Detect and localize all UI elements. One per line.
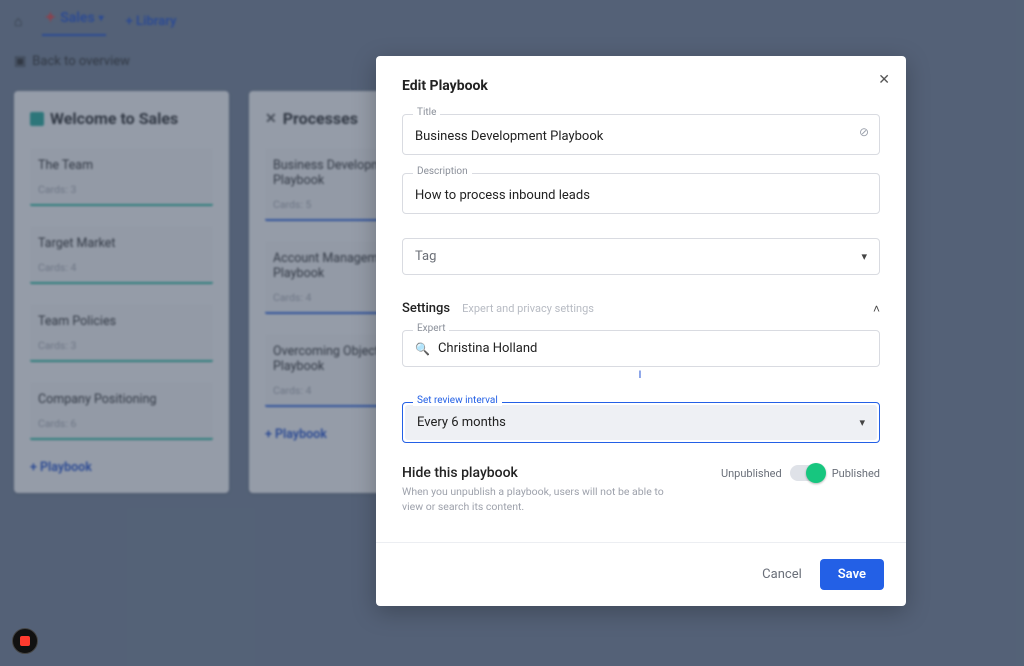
field-label: Description [413,166,472,177]
edit-playbook-modal: ✕ Edit Playbook Title ⊘ Description Tag … [376,56,906,606]
review-interval-select[interactable]: Set review interval Every 6 months ▾ [402,402,880,443]
tag-select[interactable]: Tag ▾ [402,238,880,275]
field-label: Title [413,107,440,118]
chevron-up-icon: ˄ [873,302,880,316]
chevron-down-icon: ▾ [861,250,867,263]
settings-label: Settings [402,301,450,316]
settings-accordion-header[interactable]: Settings Expert and privacy settings ˄ [402,301,880,316]
clear-icon[interactable]: ⊘ [859,125,869,139]
hide-playbook-section: Hide this playbook When you unpublish a … [402,465,880,514]
hide-description: When you unpublish a playbook, users wil… [402,485,672,514]
settings-sublabel: Expert and privacy settings [462,302,594,315]
hide-title: Hide this playbook [402,465,672,481]
toggle-knob [806,463,826,483]
chevron-down-icon: ▾ [859,416,865,429]
modal-title: Edit Playbook [402,78,880,94]
unpublished-label: Unpublished [721,467,782,480]
title-input[interactable] [415,129,867,144]
record-indicator[interactable] [12,628,38,654]
publish-toggle[interactable] [790,465,824,481]
tag-placeholder: Tag [415,249,436,264]
cancel-button[interactable]: Cancel [762,567,802,582]
save-button[interactable]: Save [820,559,884,590]
interval-value: Every 6 months [417,415,506,430]
title-field[interactable]: Title ⊘ [402,114,880,155]
description-field[interactable]: Description [402,173,880,214]
close-icon[interactable]: ✕ [878,72,890,88]
record-icon [20,636,30,646]
search-icon: 🔍 [415,342,430,356]
modal-footer: Cancel Save [376,542,906,606]
expert-field[interactable]: Expert 🔍 [402,330,880,367]
published-label: Published [832,467,880,480]
text-cursor-icon: I [639,370,642,381]
description-input[interactable] [415,188,867,203]
expert-input[interactable] [438,341,867,356]
field-label: Set review interval [413,395,502,406]
field-label: Expert [413,323,449,334]
